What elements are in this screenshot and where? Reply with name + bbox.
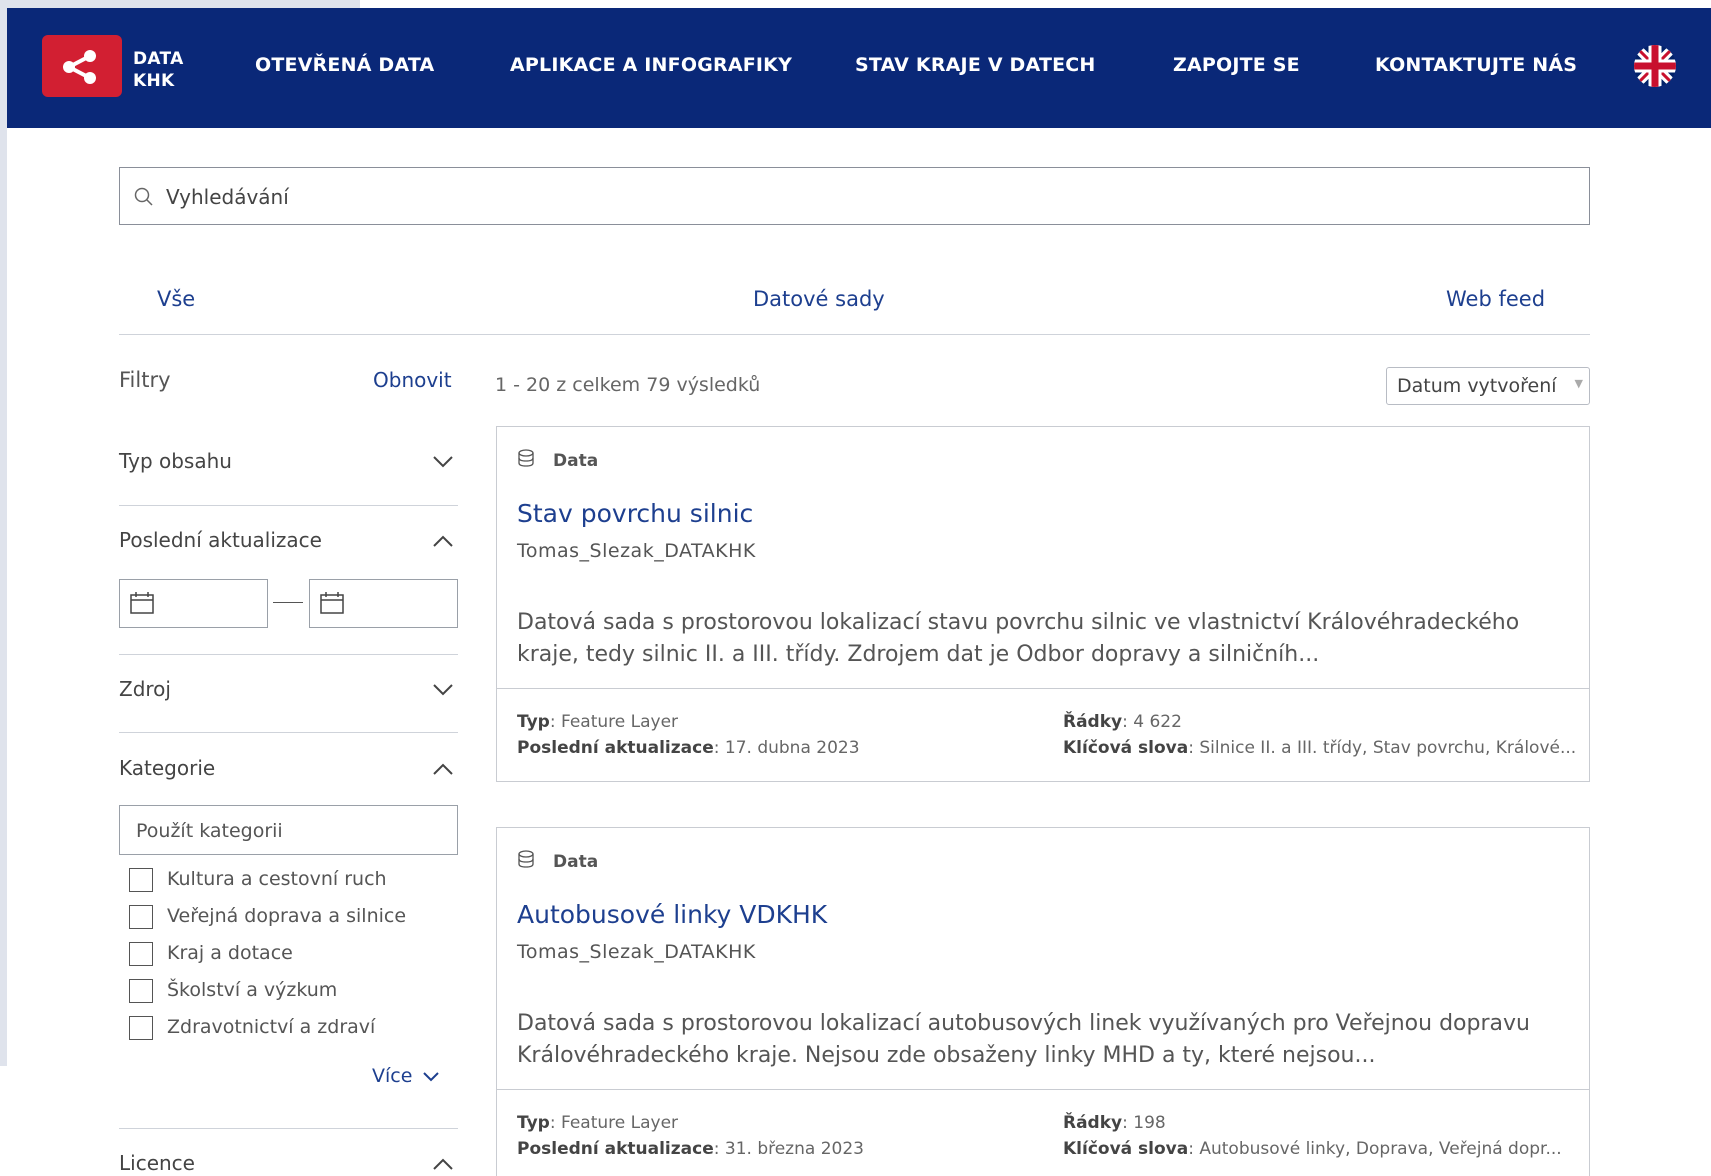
meta-label: Typ	[517, 712, 550, 732]
chevron-down-icon[interactable]	[432, 683, 454, 697]
result-meta-type: Typ: Feature Layer	[517, 712, 678, 732]
category-checkbox[interactable]	[129, 1016, 153, 1040]
nav-apps-infographics[interactable]: APLIKACE A INFOGRAFIKY	[510, 54, 792, 76]
nav-open-data[interactable]: OTEVŘENÁ DATA	[255, 54, 434, 76]
result-meta-updated: Poslední aktualizace: 17. dubna 2023	[517, 738, 860, 758]
show-more-label: Více	[372, 1065, 413, 1087]
nav-get-involved[interactable]: ZAPOJTE SE	[1173, 54, 1300, 76]
meta-value: : Feature Layer	[549, 712, 679, 732]
nav-contact[interactable]: KONTAKTUJTE NÁS	[1375, 54, 1577, 76]
database-icon	[518, 850, 534, 868]
divider	[119, 334, 1590, 335]
category-label: Veřejná doprava a silnice	[167, 905, 407, 927]
category-filter-field	[119, 805, 458, 855]
logo-text[interactable]: DATA KHK	[133, 48, 184, 92]
divider	[497, 688, 1589, 689]
result-title-link[interactable]: Autobusové linky VDKHK	[517, 900, 827, 929]
category-checkbox[interactable]	[129, 905, 153, 929]
facet-last-updated[interactable]: Poslední aktualizace	[119, 528, 322, 552]
date-to-field[interactable]	[309, 579, 458, 628]
uk-flag-icon[interactable]	[1634, 45, 1676, 87]
result-type-label: Data	[553, 451, 599, 471]
date-range-separator	[273, 602, 303, 603]
result-description: Datová sada s prostorovou lokalizací aut…	[517, 1011, 1530, 1068]
chevron-up-icon[interactable]	[432, 534, 454, 548]
result-owner: Tomas_Slezak_DATAKHK	[517, 941, 756, 963]
logo[interactable]	[42, 35, 122, 97]
divider	[497, 1089, 1589, 1090]
search-icon	[134, 187, 153, 206]
result-owner: Tomas_Slezak_DATAKHK	[517, 540, 756, 562]
chevron-down-icon	[423, 1071, 440, 1081]
meta-label: Poslední aktualizace	[517, 738, 714, 758]
result-meta-rows: Řádky: 4 622	[1063, 712, 1182, 732]
meta-value: : 17. dubna 2023	[713, 738, 860, 758]
show-more-categories-link[interactable]: Více	[372, 1065, 440, 1087]
calendar-icon	[320, 592, 344, 614]
tab-all[interactable]: Vše	[157, 287, 195, 311]
divider	[119, 654, 458, 655]
database-icon	[518, 449, 534, 467]
search-bar	[119, 167, 1590, 225]
meta-value: : 198	[1122, 1113, 1166, 1133]
chevron-down-icon[interactable]	[432, 455, 454, 469]
tab-web-feed[interactable]: Web feed	[1446, 287, 1545, 311]
facet-source[interactable]: Zdroj	[119, 677, 171, 701]
background-strip	[0, 8, 7, 1066]
results-count: 1 - 20 z celkem 79 výsledků	[495, 374, 761, 396]
tab-datasets[interactable]: Datové sady	[753, 287, 885, 311]
meta-label: Klíčová slova	[1063, 1139, 1189, 1159]
meta-label: Poslední aktualizace	[517, 1139, 714, 1159]
category-checkbox[interactable]	[129, 942, 153, 966]
logo-text-line2: KHK	[133, 71, 175, 91]
result-meta-rows: Řádky: 198	[1063, 1113, 1166, 1133]
category-label: Zdravotnictví a zdraví	[167, 1016, 376, 1038]
meta-label: Řádky	[1063, 712, 1123, 732]
sort-select[interactable]: Datum vytvoření ▼	[1386, 367, 1590, 405]
category-filter-input[interactable]	[134, 815, 438, 847]
chevron-up-icon[interactable]	[432, 762, 454, 776]
nav-region-state[interactable]: STAV KRAJE V DATECH	[855, 54, 1096, 76]
calendar-icon	[130, 592, 154, 614]
result-card: Data Stav povrchu silnic Tomas_Slezak_DA…	[496, 426, 1590, 782]
facet-category[interactable]: Kategorie	[119, 756, 215, 780]
meta-value: : 31. března 2023	[713, 1139, 864, 1159]
search-input[interactable]	[164, 180, 1568, 214]
sort-selected-value: Datum vytvoření	[1397, 375, 1557, 397]
result-description: Datová sada s prostorovou lokalizací sta…	[517, 610, 1520, 667]
category-checkbox[interactable]	[129, 868, 153, 892]
chevron-up-icon[interactable]	[432, 1157, 454, 1171]
meta-value: : 4 622	[1122, 712, 1182, 732]
facet-content-type[interactable]: Typ obsahu	[119, 449, 232, 473]
meta-label: Řádky	[1063, 1113, 1123, 1133]
divider	[119, 505, 458, 506]
result-card: Data Autobusové linky VDKHK Tomas_Slezak…	[496, 827, 1590, 1176]
facet-license[interactable]: Licence	[119, 1151, 195, 1175]
divider	[119, 1128, 458, 1129]
logo-text-line1: DATA	[133, 49, 184, 69]
dropdown-arrow-icon: ▼	[1574, 377, 1583, 390]
result-meta-updated: Poslední aktualizace: 31. března 2023	[517, 1139, 864, 1159]
category-label: Kraj a dotace	[167, 942, 293, 964]
category-label: Školství a výzkum	[167, 979, 338, 1001]
category-checkbox[interactable]	[129, 979, 153, 1003]
result-meta-keywords: Klíčová slova: Silnice II. a III. třídy,…	[1063, 738, 1576, 758]
date-from-field[interactable]	[119, 579, 268, 628]
category-label: Kultura a cestovní ruch	[167, 868, 387, 890]
result-title-link[interactable]: Stav povrchu silnic	[517, 499, 753, 528]
meta-value: : Autobusové linky, Doprava, Veřejná dop…	[1188, 1139, 1562, 1159]
background-strip	[0, 0, 360, 8]
top-navigation-bar: DATA KHK OTEVŘENÁ DATA APLIKACE A INFOGR…	[7, 8, 1711, 128]
meta-value: : Silnice II. a III. třídy, Stav povrchu…	[1188, 738, 1577, 758]
reset-filters-link[interactable]: Obnovit	[373, 368, 452, 392]
meta-value: : Feature Layer	[549, 1113, 679, 1133]
meta-label: Klíčová slova	[1063, 738, 1189, 758]
divider	[119, 732, 458, 733]
result-meta-type: Typ: Feature Layer	[517, 1113, 678, 1133]
filters-title: Filtry	[119, 368, 171, 392]
result-meta-keywords: Klíčová slova: Autobusové linky, Doprava…	[1063, 1139, 1562, 1159]
meta-label: Typ	[517, 1113, 550, 1133]
share-icon	[63, 50, 96, 84]
result-type-label: Data	[553, 852, 599, 872]
